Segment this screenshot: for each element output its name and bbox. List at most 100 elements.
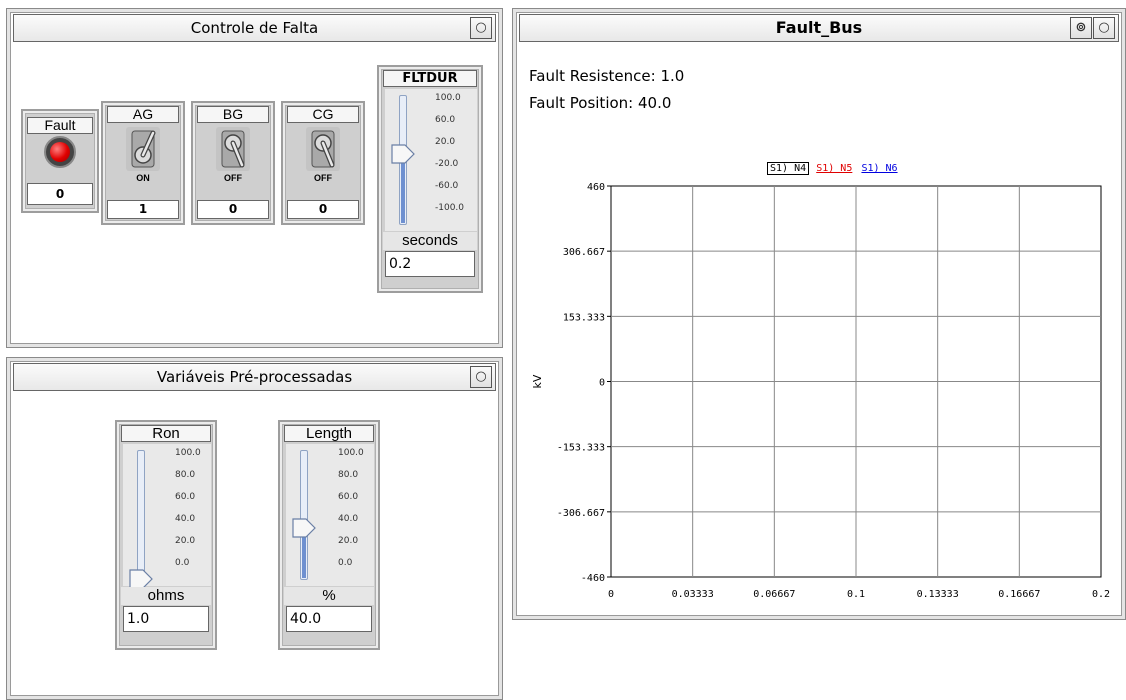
x-tick-label: 0.06667 bbox=[753, 589, 795, 600]
red-lamp-icon bbox=[50, 142, 70, 162]
tick-label: 0.0 bbox=[338, 558, 353, 568]
bg-toggle-switch[interactable] bbox=[216, 127, 250, 171]
tick-label: 20.0 bbox=[175, 536, 196, 546]
tick-label: 60.0 bbox=[338, 492, 359, 502]
fault-button[interactable] bbox=[44, 136, 76, 168]
circle-icon: ○ bbox=[1098, 20, 1110, 35]
tick-label: 20.0 bbox=[338, 536, 359, 546]
tick-label: 40.0 bbox=[175, 514, 196, 524]
tick-label: 20.0 bbox=[435, 137, 456, 147]
lock-icon: ⊚ bbox=[1075, 20, 1087, 35]
cg-state: OFF bbox=[314, 173, 332, 183]
tick-label: -20.0 bbox=[435, 159, 459, 169]
panel-options-button[interactable]: ○ bbox=[1093, 17, 1115, 39]
x-tick-label: 0.1 bbox=[847, 589, 865, 600]
x-tick-label: 0.13333 bbox=[917, 589, 959, 600]
fault-button-control: Fault 0 bbox=[21, 109, 99, 213]
length-slider-thumb[interactable] bbox=[292, 518, 316, 538]
y-tick-label: -306.667 bbox=[557, 508, 605, 519]
y-tick-label: 306.667 bbox=[563, 247, 605, 258]
x-tick-label: 0 bbox=[608, 589, 614, 600]
toggle-down-icon bbox=[221, 130, 245, 168]
slider-thumb-icon bbox=[292, 518, 316, 538]
ron-scale: 100.0 80.0 60.0 40.0 20.0 0.0 bbox=[123, 444, 211, 589]
length-track bbox=[300, 450, 308, 580]
fault-control-title-bar: Controle de Falta ○ bbox=[13, 14, 496, 42]
ron-label: Ron bbox=[121, 425, 211, 442]
preprocessed-title: Variáveis Pré-processadas bbox=[156, 368, 353, 386]
preprocessed-variables-panel: Variáveis Pré-processadas ○ Ron 100.0 80… bbox=[6, 357, 503, 700]
y-axis-label: kV bbox=[531, 374, 544, 388]
cg-switch-control: CG OFF 0 bbox=[281, 101, 365, 225]
fltdur-slider-thumb[interactable] bbox=[391, 143, 415, 164]
fault-label: Fault bbox=[27, 117, 93, 134]
ron-unit: ohms bbox=[121, 587, 211, 605]
length-ticks: 100.0 80.0 60.0 40.0 20.0 0.0 bbox=[338, 444, 378, 586]
ron-slider-thumb[interactable] bbox=[129, 569, 153, 589]
ag-toggle-switch[interactable] bbox=[126, 127, 160, 171]
length-slider-control: Length 100.0 80.0 60.0 40.0 20.0 0.0 % 4… bbox=[278, 420, 380, 650]
fltdur-unit: seconds bbox=[383, 232, 477, 250]
ag-value: 1 bbox=[107, 200, 179, 219]
fault-control-title: Controle de Falta bbox=[190, 19, 319, 37]
slider-thumb-icon bbox=[129, 569, 153, 589]
length-scale: 100.0 80.0 60.0 40.0 20.0 0.0 bbox=[286, 444, 374, 586]
tick-label: 0.0 bbox=[175, 558, 190, 568]
circle-icon: ○ bbox=[475, 369, 487, 384]
fault-position-text: Fault Position: 40.0 bbox=[529, 94, 672, 112]
tick-label: 60.0 bbox=[435, 115, 456, 125]
fault-bus-panel: Fault_Bus ⊚ ○ Fault Resistence: 1.0 Faul… bbox=[512, 8, 1126, 620]
y-tick-label: 153.333 bbox=[563, 312, 605, 323]
ron-ticks: 100.0 80.0 60.0 40.0 20.0 0.0 bbox=[175, 444, 215, 586]
length-label: Length bbox=[284, 425, 374, 442]
circle-icon: ○ bbox=[475, 20, 487, 35]
bg-value: 0 bbox=[197, 200, 269, 219]
bg-label: BG bbox=[197, 106, 269, 123]
cg-toggle-switch[interactable] bbox=[306, 127, 340, 171]
tick-label: 100.0 bbox=[338, 448, 364, 458]
x-tick-label: 0.03333 bbox=[672, 589, 714, 600]
fault-value: 0 bbox=[27, 183, 93, 205]
fault-bus-chart: 0 0.03333 0.06667 0.1 0.13333 0.16667 0.2 460 30… bbox=[531, 182, 1110, 600]
ag-switch-control: AG ON 1 bbox=[101, 101, 185, 225]
panel-options-button[interactable]: ○ bbox=[470, 17, 492, 39]
tick-label: 80.0 bbox=[338, 470, 359, 480]
tick-label: 80.0 bbox=[175, 470, 196, 480]
x-tick-label: 0.2 bbox=[1092, 589, 1110, 600]
y-tick-label: 460 bbox=[587, 182, 605, 193]
cg-value: 0 bbox=[287, 200, 359, 219]
tick-label: 40.0 bbox=[338, 514, 359, 524]
fltdur-ticks: 100.0 60.0 20.0 -20.0 -60.0 -100.0 bbox=[435, 89, 481, 231]
fault-control-panel: Controle de Falta ○ Fault 0 AG ON 1 BG O… bbox=[6, 8, 503, 348]
fltdur-slider-control: FLTDUR 100.0 60.0 20.0 -20.0 -60.0 -100.… bbox=[377, 65, 483, 293]
tick-label: -60.0 bbox=[435, 181, 459, 191]
ag-state: ON bbox=[136, 173, 150, 183]
tick-label: 100.0 bbox=[175, 448, 201, 458]
panel-options-button[interactable]: ○ bbox=[470, 366, 492, 388]
tick-label: -100.0 bbox=[435, 203, 465, 213]
fault-resistence-text: Fault Resistence: 1.0 bbox=[529, 67, 685, 85]
y-tick-label: -460 bbox=[581, 573, 605, 584]
bg-state: OFF bbox=[224, 173, 242, 183]
x-tick-label: 0.16667 bbox=[998, 589, 1040, 600]
length-input[interactable]: 40.0 bbox=[286, 606, 372, 632]
length-unit: % bbox=[284, 587, 374, 605]
ag-label: AG bbox=[107, 106, 179, 123]
fltdur-label: FLTDUR bbox=[383, 70, 477, 87]
tick-label: 60.0 bbox=[175, 492, 196, 502]
slider-thumb-icon bbox=[391, 143, 415, 164]
cg-label: CG bbox=[287, 106, 359, 123]
fltdur-input[interactable]: 0.2 bbox=[385, 251, 475, 277]
ron-track bbox=[137, 450, 145, 580]
lock-button[interactable]: ⊚ bbox=[1070, 17, 1092, 39]
bg-switch-control: BG OFF 0 bbox=[191, 101, 275, 225]
fault-bus-title: Fault_Bus bbox=[775, 18, 863, 37]
y-tick-label: -153.333 bbox=[557, 443, 605, 454]
tick-label: 100.0 bbox=[435, 93, 461, 103]
toggle-up-icon bbox=[131, 130, 156, 168]
toggle-down-icon bbox=[311, 130, 335, 168]
preprocessed-title-bar: Variáveis Pré-processadas ○ bbox=[13, 363, 496, 391]
fault-bus-title-bar: Fault_Bus ⊚ ○ bbox=[519, 14, 1119, 42]
y-tick-label: 0 bbox=[599, 378, 605, 389]
ron-input[interactable]: 1.0 bbox=[123, 606, 209, 632]
